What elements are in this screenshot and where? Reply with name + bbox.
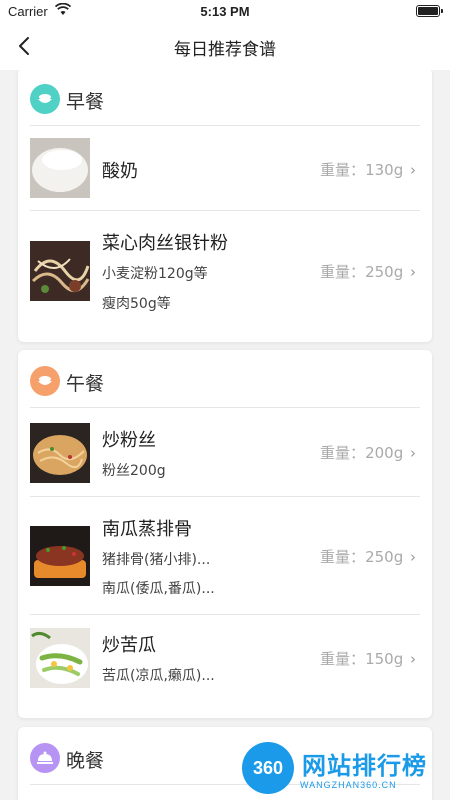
meal-header: 早餐: [30, 70, 420, 126]
food-name: 南瓜蒸排骨: [102, 519, 192, 540]
food-name: 炒粉丝: [102, 430, 156, 451]
food-item[interactable]: 菜心肉丝银针粉 小麦淀粉120g等 瘦肉50g等 重量：250g ›: [30, 211, 420, 339]
chevron-right-icon: ›: [410, 548, 416, 566]
watermark-brand: 网站排行榜: [302, 752, 427, 780]
battery-icon: [416, 5, 443, 17]
meal-card-breakfast: 早餐 酸奶 重量：130g › 菜心肉丝银针粉 小麦淀粉120g等 瘦肉50g等…: [18, 70, 432, 342]
nav-bar: 每日推荐食谱: [0, 22, 450, 70]
food-name: 炒苦瓜: [102, 635, 156, 656]
weight-value: 重量：130g ›: [320, 161, 416, 179]
ingredient-line: 瘦肉50g等: [102, 296, 171, 312]
meal-title: 午餐: [66, 373, 105, 395]
food-image-vermicelli: [30, 423, 90, 483]
site-watermark: 360 网站排行榜 WANGZHAN360.CN: [240, 742, 445, 798]
ingredient-line: 猪排骨(猪小排)...: [102, 552, 211, 568]
chevron-right-icon: ›: [410, 161, 416, 179]
meal-card-lunch: 午餐 炒粉丝 粉丝200g 重量：200g › 南瓜蒸排骨 猪排骨(猪小排)..…: [18, 350, 432, 718]
ingredient-line: 小麦淀粉120g等: [102, 266, 208, 282]
clock: 5:13 PM: [200, 4, 250, 19]
food-name: 菜心肉丝银针粉: [102, 233, 228, 254]
food-item[interactable]: 炒粉丝 粉丝200g 重量：200g ›: [30, 408, 420, 497]
meal-title: 早餐: [66, 91, 105, 113]
cloche-icon: [30, 743, 60, 773]
status-bar: Carrier 5:13 PM: [0, 0, 450, 22]
weight-value: 重量：200g ›: [320, 444, 416, 462]
ingredient-line: 南瓜(倭瓜,番瓜)...: [102, 581, 215, 597]
food-image-yogurt: [30, 138, 90, 198]
meal-title: 晚餐: [66, 750, 105, 772]
food-item[interactable]: 炒苦瓜 苦瓜(凉瓜,癞瓜)... 重量：150g ›: [30, 615, 420, 717]
meal-header: 午餐: [30, 350, 420, 408]
food-image-noodles: [30, 241, 90, 301]
chevron-right-icon: ›: [410, 650, 416, 668]
ingredient-line: 粉丝200g: [102, 463, 166, 479]
food-name: 酸奶: [102, 161, 138, 182]
food-item[interactable]: 酸奶 重量：130g ›: [30, 126, 420, 211]
bowl-icon: [30, 366, 60, 396]
weight-value: 重量：250g ›: [320, 263, 416, 281]
watermark-logo: 360: [242, 742, 294, 794]
ingredient-line: 苦瓜(凉瓜,癞瓜)...: [102, 668, 215, 684]
food-image-bitter-melon: [30, 628, 90, 688]
chevron-right-icon: ›: [410, 263, 416, 281]
page-title: 每日推荐食谱: [174, 40, 276, 60]
food-image-pumpkin-ribs: [30, 526, 90, 586]
bowl-icon: [30, 84, 60, 114]
weight-value: 重量：150g ›: [320, 650, 416, 668]
watermark-domain: WANGZHAN360.CN: [300, 780, 397, 790]
recipe-list[interactable]: 早餐 酸奶 重量：130g › 菜心肉丝银针粉 小麦淀粉120g等 瘦肉50g等…: [0, 70, 450, 800]
weight-value: 重量：250g ›: [320, 548, 416, 566]
chevron-right-icon: ›: [410, 444, 416, 462]
food-item[interactable]: 南瓜蒸排骨 猪排骨(猪小排)... 南瓜(倭瓜,番瓜)... 重量：250g ›: [30, 497, 420, 615]
